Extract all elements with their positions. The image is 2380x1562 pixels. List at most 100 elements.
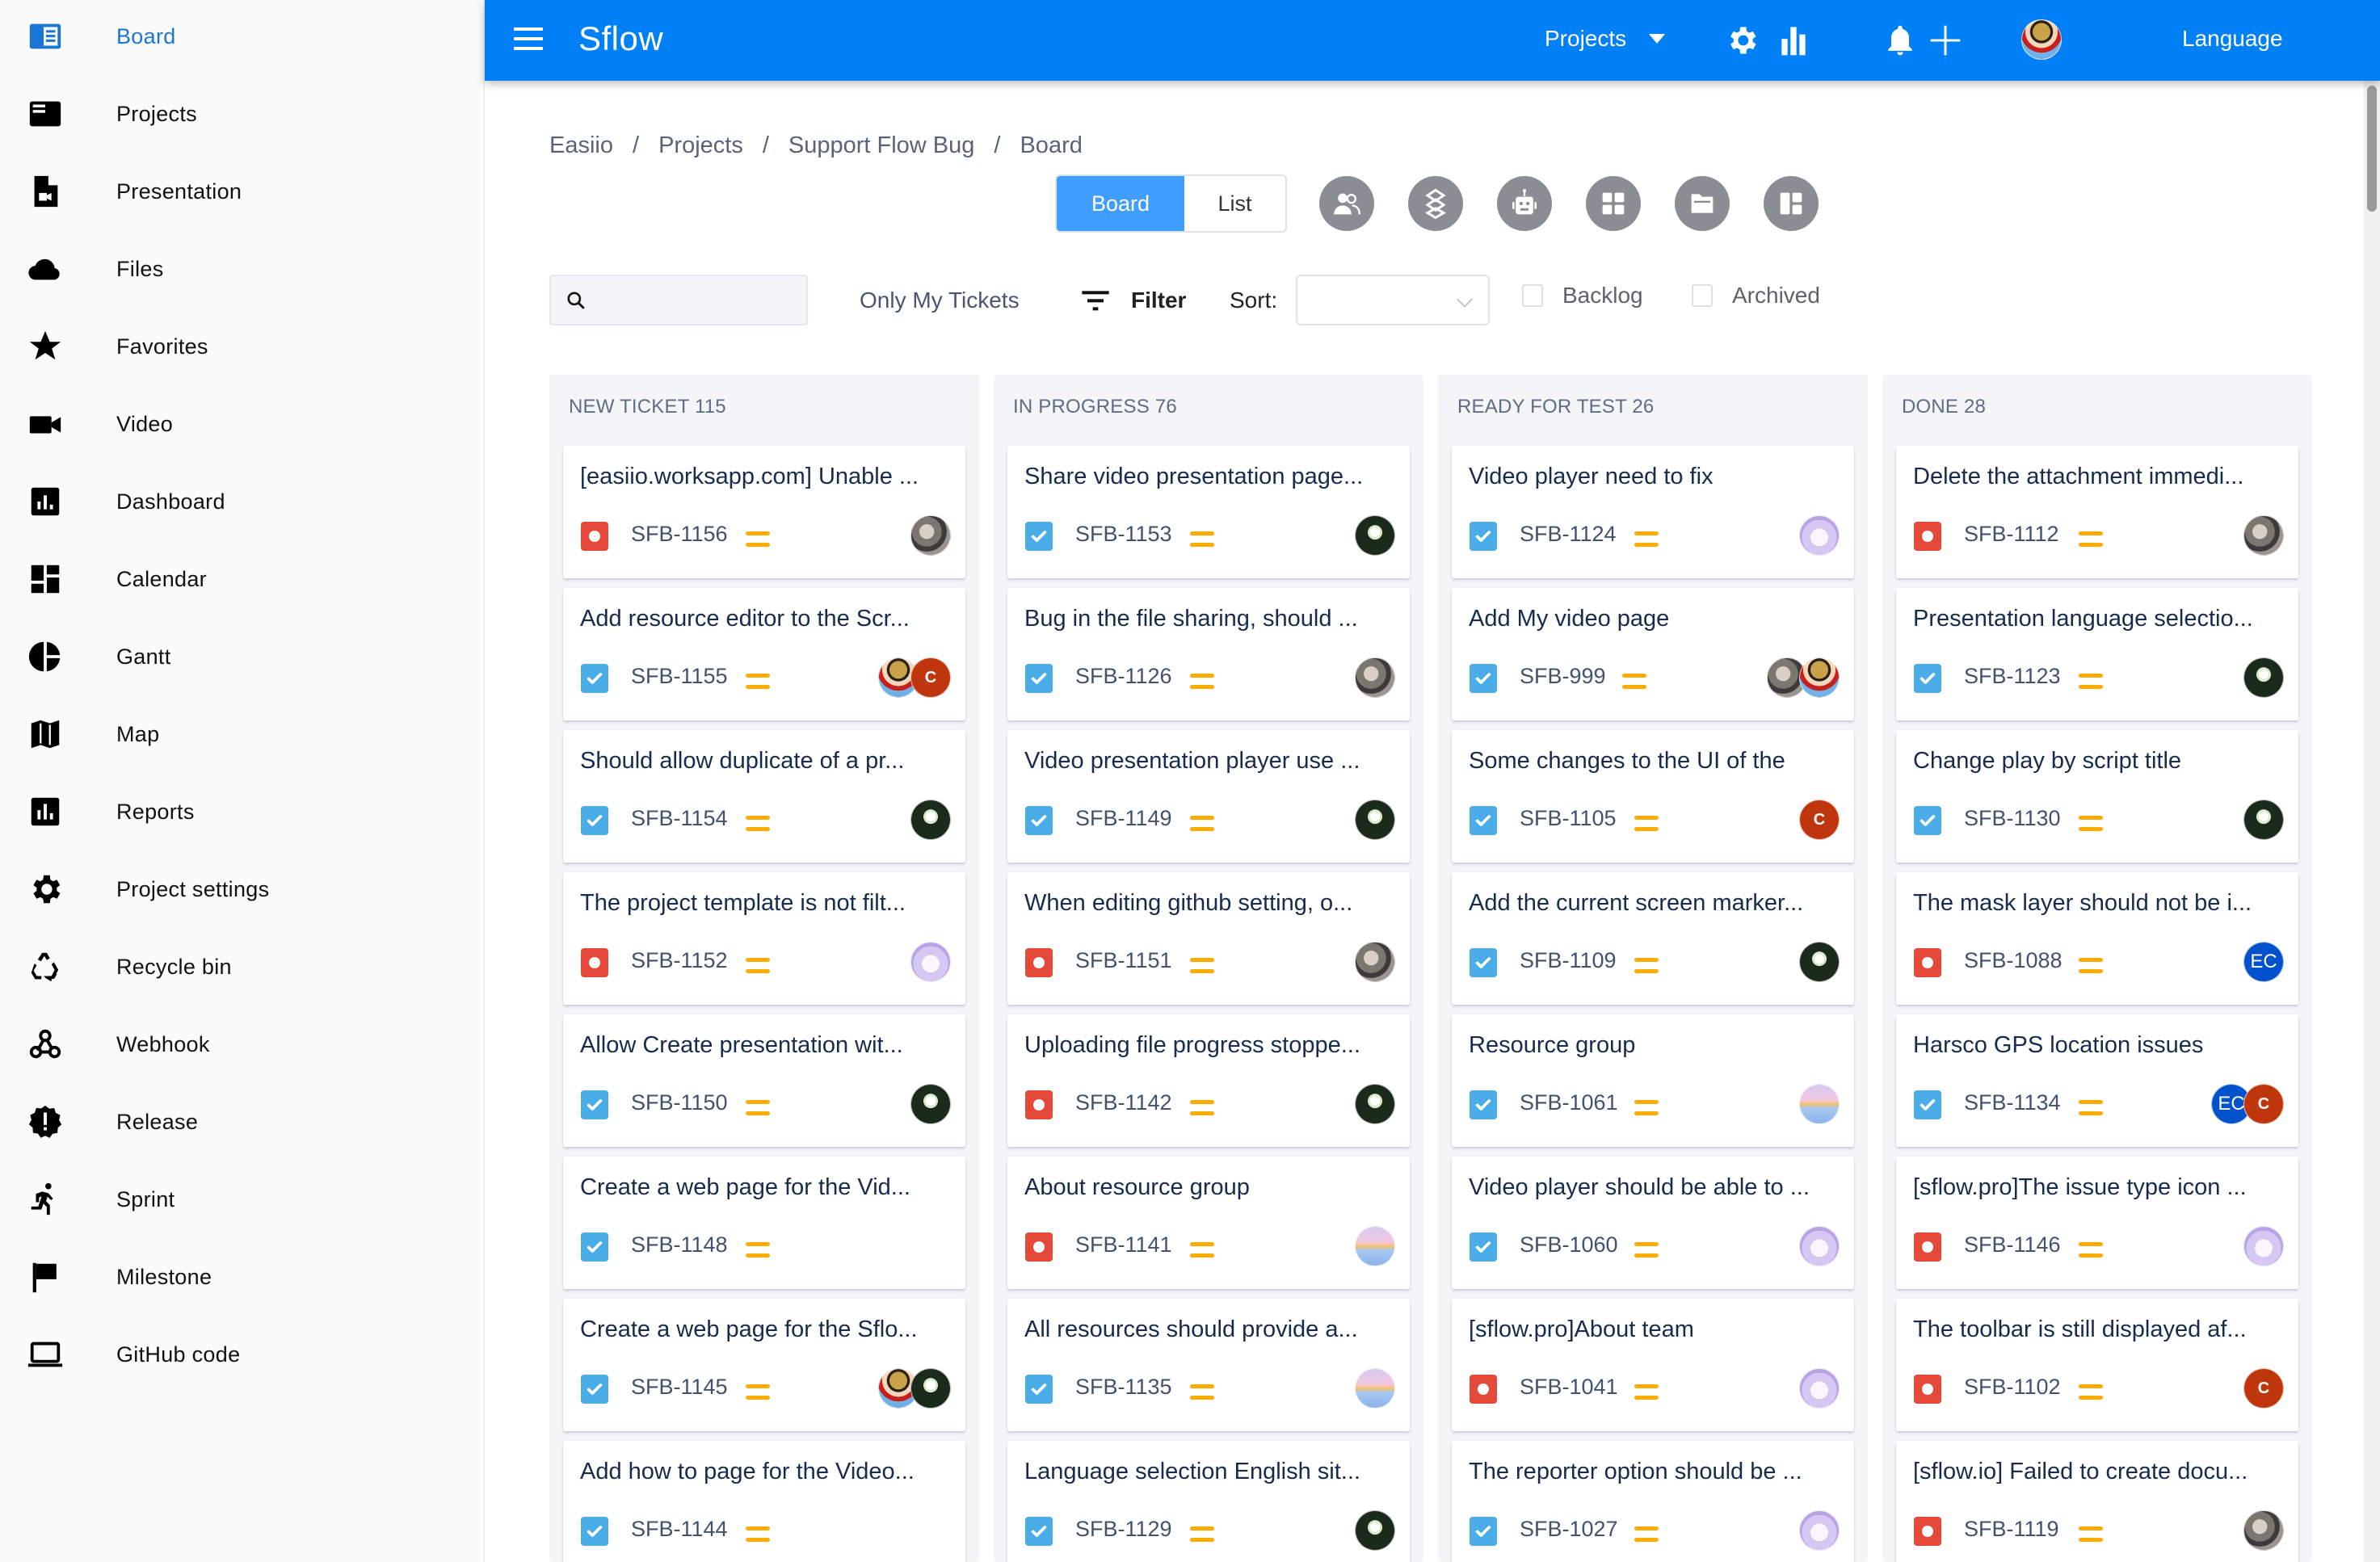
assignee-avatar[interactable] — [910, 942, 951, 982]
assignee-avatar[interactable] — [1355, 1510, 1395, 1551]
folder-button[interactable] — [1675, 176, 1730, 231]
sidebar-item-favorites[interactable]: Favorites — [0, 308, 485, 385]
projects-dropdown[interactable]: Projects — [1545, 26, 1666, 52]
ticket-card[interactable]: Create a web page for the Sflo... SFB-114… — [563, 1299, 965, 1431]
team-members-button[interactable] — [1319, 176, 1374, 231]
ticket-card[interactable]: Create a web page for the Vid... SFB-1148 — [563, 1157, 965, 1289]
ticket-card[interactable]: Share video presentation page... SFB-1153 — [1007, 446, 1410, 578]
assignee-avatar[interactable] — [1355, 657, 1395, 698]
assignee-avatar[interactable] — [1799, 942, 1840, 982]
assignee-avatar[interactable] — [1799, 1368, 1840, 1409]
grid-view-button[interactable] — [1586, 176, 1641, 231]
notification-bell-icon[interactable] — [1881, 21, 1920, 60]
ticket-card[interactable]: The mask layer should not be i... SFB-108… — [1896, 872, 2298, 1005]
assignee-avatar[interactable] — [1799, 1510, 1840, 1551]
assignee-avatar[interactable] — [1355, 800, 1395, 840]
sidebar-item-milestone[interactable]: Milestone — [0, 1238, 485, 1316]
sidebar-item-board[interactable]: Board — [0, 0, 485, 75]
assignee-avatar[interactable] — [1799, 515, 1840, 556]
sidebar-item-github-code[interactable]: GitHub code — [0, 1316, 485, 1393]
breadcrumb-projects[interactable]: Projects — [658, 132, 743, 159]
assignee-avatar[interactable]: EC — [2243, 942, 2284, 982]
ticket-card[interactable]: Some changes to the UI of the SFB-1105 C — [1452, 730, 1854, 863]
sidebar-item-projects[interactable]: Projects — [0, 75, 485, 153]
ticket-card[interactable]: Delete the attachment immedi... SFB-1112 — [1896, 446, 2298, 578]
sidebar-item-files[interactable]: Files — [0, 230, 485, 308]
archived-checkbox[interactable]: Archived — [1692, 283, 1820, 309]
sidebar-item-sprint[interactable]: Sprint — [0, 1161, 485, 1238]
assignee-avatar[interactable] — [910, 1368, 951, 1409]
ticket-card[interactable]: Add the current screen marker... SFB-1109 — [1452, 872, 1854, 1005]
assignee-avatar[interactable] — [1799, 657, 1840, 698]
ticket-card[interactable]: Presentation language selectio... SFB-112… — [1896, 588, 2298, 720]
ticket-card[interactable]: Video player need to fix SFB-1124 — [1452, 446, 1854, 578]
ticket-card[interactable]: [sflow.pro]About team SFB-1041 — [1452, 1299, 1854, 1431]
assignee-avatar[interactable] — [1355, 515, 1395, 556]
ticket-card[interactable]: [sflow.io] Failed to create docu... SFB-1… — [1896, 1441, 2298, 1562]
breadcrumb-easiio[interactable]: Easiio — [549, 132, 613, 159]
ticket-card[interactable]: Video player should be able to ... SFB-10… — [1452, 1157, 1854, 1289]
ticket-card[interactable]: Resource group SFB-1061 — [1452, 1014, 1854, 1147]
automation-robot-button[interactable] — [1497, 176, 1552, 231]
backlog-checkbox[interactable]: Backlog — [1522, 283, 1643, 309]
sidebar-item-webhook[interactable]: Webhook — [0, 1006, 485, 1083]
scrollbar-thumb[interactable] — [2367, 86, 2377, 212]
ticket-card[interactable]: Harsco GPS location issues SFB-1134 C EC — [1896, 1014, 2298, 1147]
assignee-avatar[interactable] — [1799, 1084, 1840, 1124]
filter-button[interactable]: Filter — [1079, 284, 1186, 317]
assignee-avatar[interactable] — [2243, 800, 2284, 840]
assignee-avatar[interactable] — [910, 515, 951, 556]
layout-button[interactable] — [1764, 176, 1819, 231]
sidebar-item-dashboard[interactable]: Dashboard — [0, 463, 485, 540]
ticket-card[interactable]: Add resource editor to the Scr... SFB-115… — [563, 588, 965, 720]
layers-button[interactable] — [1408, 176, 1463, 231]
sidebar-item-presentation[interactable]: Presentation — [0, 153, 485, 230]
assignee-avatar[interactable] — [1799, 1226, 1840, 1266]
assignee-avatar[interactable] — [910, 1084, 951, 1124]
sort-select[interactable] — [1296, 275, 1490, 325]
assignee-avatar[interactable] — [2243, 515, 2284, 556]
assignee-avatar[interactable]: C — [910, 657, 951, 698]
user-avatar[interactable] — [2021, 19, 2062, 60]
ticket-card[interactable]: Should allow duplicate of a pr... SFB-115… — [563, 730, 965, 863]
ticket-card[interactable]: [sflow.pro]The issue type icon ... SFB-11… — [1896, 1157, 2298, 1289]
list-view-button[interactable]: List — [1184, 176, 1285, 231]
sidebar-item-map[interactable]: Map — [0, 695, 485, 773]
assignee-avatar[interactable] — [1355, 1084, 1395, 1124]
menu-hamburger-icon[interactable] — [514, 27, 543, 52]
assignee-avatar[interactable] — [2243, 1226, 2284, 1266]
archived-checkbox-box[interactable] — [1692, 284, 1713, 307]
only-my-tickets-toggle[interactable]: Only My Tickets — [860, 288, 1020, 313]
sidebar-item-release[interactable]: Release — [0, 1083, 485, 1161]
ticket-card[interactable]: Allow Create presentation wit... SFB-1150 — [563, 1014, 965, 1147]
ticket-card[interactable]: About resource group SFB-1141 — [1007, 1157, 1410, 1289]
bar-chart-icon[interactable] — [1774, 21, 1813, 60]
add-plus-icon[interactable] — [1926, 21, 1965, 60]
sidebar-item-recycle-bin[interactable]: Recycle bin — [0, 928, 485, 1006]
assignee-avatar[interactable] — [910, 800, 951, 840]
ticket-card[interactable]: Language selection English sit... SFB-112… — [1007, 1441, 1410, 1562]
assignee-avatar[interactable] — [1355, 1368, 1395, 1409]
ticket-card[interactable]: Add how to page for the Video... SFB-1144 — [563, 1441, 965, 1562]
assignee-avatar[interactable] — [1355, 942, 1395, 982]
ticket-card[interactable]: Add My video page SFB-999 — [1452, 588, 1854, 720]
assignee-avatar[interactable] — [1355, 1226, 1395, 1266]
assignee-avatar[interactable]: C — [1799, 800, 1840, 840]
sidebar-item-gantt[interactable]: Gantt — [0, 618, 485, 695]
ticket-card[interactable]: Change play by script title SFB-1130 — [1896, 730, 2298, 863]
ticket-card[interactable]: [easiio.worksapp.com] Unable ... SFB-1156 — [563, 446, 965, 578]
ticket-card[interactable]: When editing github setting, o... SFB-115… — [1007, 872, 1410, 1005]
ticket-card[interactable]: The project template is not filt... SFB-1… — [563, 872, 965, 1005]
settings-gear-icon[interactable] — [1722, 21, 1761, 60]
backlog-checkbox-box[interactable] — [1522, 284, 1543, 307]
board-view-button[interactable]: Board — [1057, 176, 1184, 231]
assignee-avatar[interactable] — [2243, 657, 2284, 698]
search-input[interactable] — [596, 281, 798, 320]
sidebar-item-calendar[interactable]: Calendar — [0, 540, 485, 618]
sidebar-item-project-settings[interactable]: Project settings — [0, 850, 485, 928]
assignee-avatar[interactable]: C — [2243, 1084, 2284, 1124]
ticket-card[interactable]: Bug in the file sharing, should ... SFB-1… — [1007, 588, 1410, 720]
sidebar-item-reports[interactable]: Reports — [0, 773, 485, 850]
ticket-card[interactable]: The toolbar is still displayed af... SFB-… — [1896, 1299, 2298, 1431]
ticket-card[interactable]: Uploading file progress stoppe... SFB-114… — [1007, 1014, 1410, 1147]
